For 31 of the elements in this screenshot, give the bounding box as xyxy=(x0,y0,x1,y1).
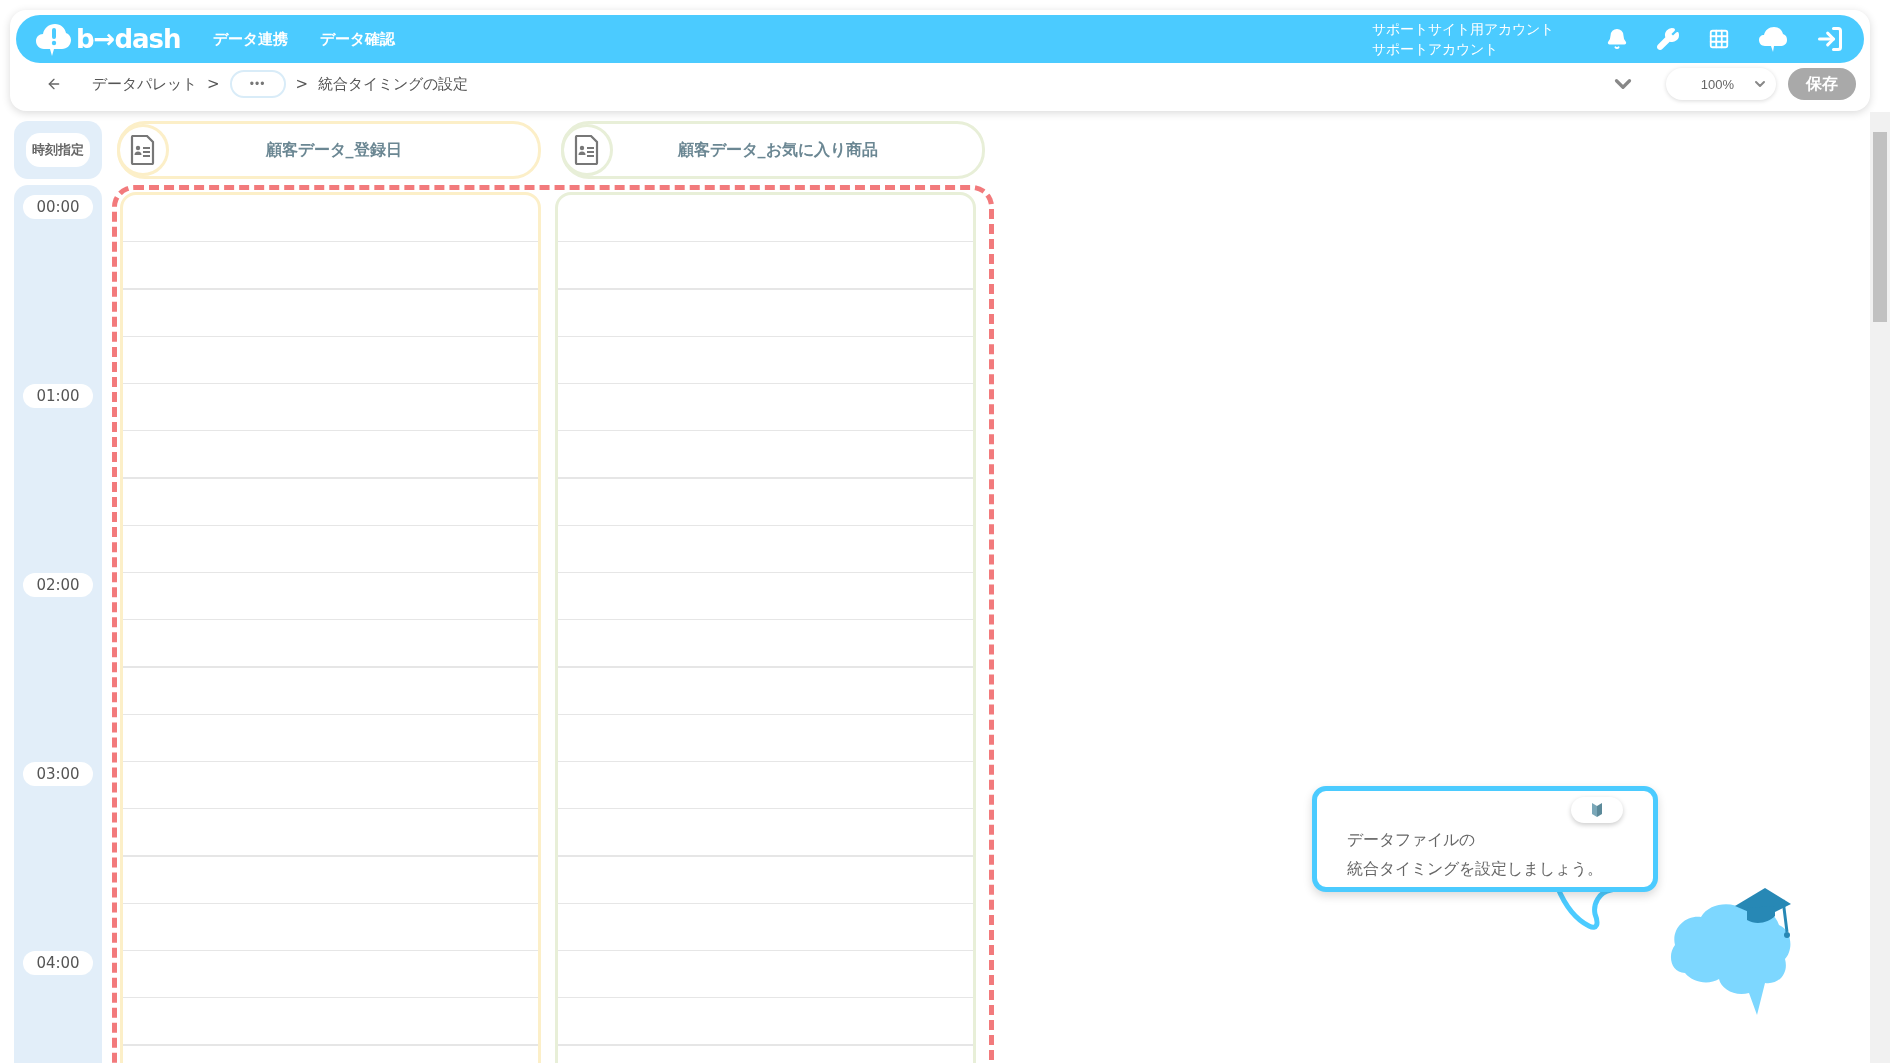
hour-label: 03:00 xyxy=(23,762,93,786)
breadcrumb-separator: > xyxy=(207,75,220,93)
column-header[interactable]: 顧客データ_登録日 xyxy=(117,121,541,179)
breadcrumb-current: 統合タイミングの設定 xyxy=(318,74,469,94)
breadcrumb-link[interactable]: データパレット xyxy=(92,74,197,94)
back-icon[interactable] xyxy=(46,76,62,92)
cloud-icon[interactable] xyxy=(1758,25,1788,53)
document-icon xyxy=(574,135,600,165)
bell-icon[interactable] xyxy=(1606,28,1628,50)
hour-label: 04:00 xyxy=(23,951,93,975)
cloud-logo-icon xyxy=(34,21,72,57)
column-header[interactable]: 顧客データ_お気に入り商品 xyxy=(561,121,985,179)
column-grid[interactable] xyxy=(120,192,541,1063)
column-grid[interactable] xyxy=(555,192,976,1063)
wrench-icon[interactable] xyxy=(1656,27,1680,51)
document-icon xyxy=(130,135,156,165)
breadcrumb-separator: > xyxy=(295,75,309,93)
hour-label: 01:00 xyxy=(23,384,93,408)
zoom-select[interactable]: 100% xyxy=(1666,68,1776,100)
tip-text: データファイルの 統合タイミングを設定しましょう。 xyxy=(1347,829,1603,880)
account-name: サポートサイト用アカウント サポートアカウント xyxy=(1372,20,1554,59)
grid-icon[interactable] xyxy=(1708,28,1730,50)
logo-text: b→dash xyxy=(76,24,181,54)
time-header-label: 時刻指定 xyxy=(26,133,90,167)
hour-label: 02:00 xyxy=(23,573,93,597)
leaf-mark-icon xyxy=(1591,802,1603,818)
beginner-badge[interactable] xyxy=(1571,797,1623,823)
logout-icon[interactable] xyxy=(1816,25,1844,53)
scrollbar[interactable] xyxy=(1870,112,1890,1063)
more-button[interactable]: ••• xyxy=(229,70,286,98)
hour-label: 00:00 xyxy=(23,195,93,219)
